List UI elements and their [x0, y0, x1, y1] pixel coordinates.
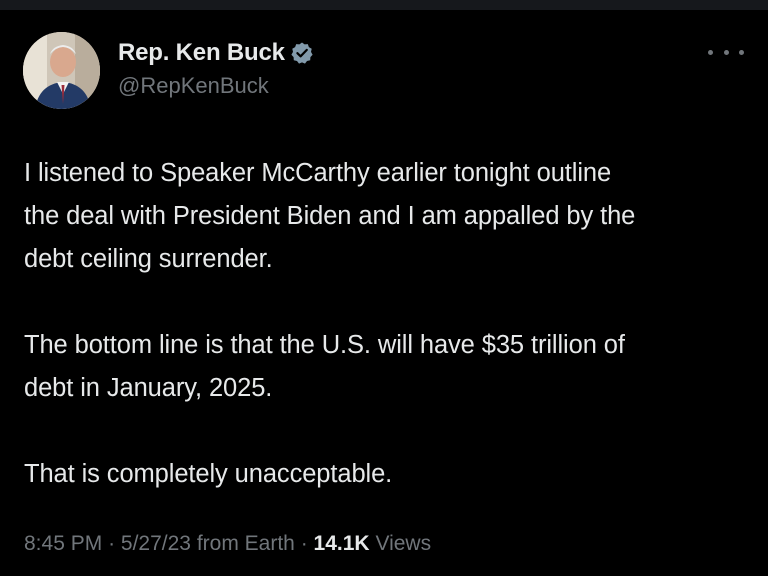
tweet-line: The bottom line is that the U.S. will ha…: [24, 331, 625, 359]
tweet-date[interactable]: 5/27/23: [121, 532, 191, 555]
tweet-line: debt in January, 2025.: [24, 374, 273, 402]
verified-badge-icon: [290, 41, 314, 65]
meta-separator: ·: [300, 532, 308, 555]
display-name[interactable]: Rep. Ken Buck: [118, 39, 285, 67]
top-bar: [0, 0, 768, 10]
tweet-time[interactable]: 8:45 PM: [24, 532, 102, 555]
tweet-line: That is completely unacceptable.: [24, 460, 393, 488]
more-options-button[interactable]: [708, 44, 744, 60]
views-label: Views: [375, 532, 432, 555]
tweet-text: I listened to Speaker McCarthy earlier t…: [24, 152, 754, 496]
avatar-photo: [23, 32, 100, 109]
tweet-source: from Earth: [196, 532, 295, 555]
more-horizontal-icon: [708, 49, 713, 55]
more-horizontal-icon: [739, 49, 744, 55]
views-count[interactable]: 14.1K: [314, 532, 370, 555]
tweet-line: I listened to Speaker McCarthy earlier t…: [24, 159, 612, 187]
meta-separator: ·: [108, 532, 116, 555]
tweet-meta: 8:45 PM · 5/27/23 from Earth · 14.1K Vie…: [24, 532, 431, 556]
avatar[interactable]: [23, 32, 100, 109]
tweet-line: the deal with President Biden and I am a…: [24, 202, 636, 230]
author-handle[interactable]: @RepKenBuck: [118, 73, 269, 99]
more-horizontal-icon: [723, 49, 729, 55]
tweet-line: debt ceiling surrender.: [24, 245, 273, 273]
name-row: Rep. Ken Buck: [118, 38, 314, 68]
